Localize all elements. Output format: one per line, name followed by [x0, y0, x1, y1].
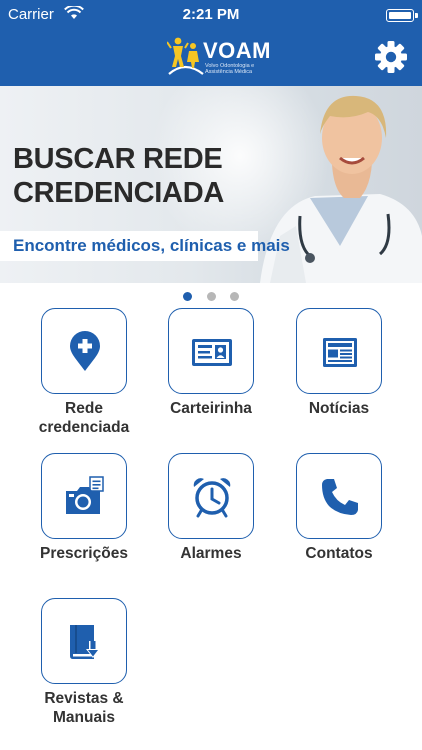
battery-icon	[386, 9, 418, 22]
pager-dot-3[interactable]	[229, 292, 239, 301]
menu-label-line1: Contatos	[305, 545, 373, 562]
menu-item-label: Carteirinha	[147, 399, 275, 418]
alarm-clock-icon	[193, 478, 231, 518]
menu-tile-box[interactable]	[296, 453, 382, 539]
camera-document-icon	[66, 476, 104, 514]
menu-item-label: Rede credenciada	[20, 399, 148, 437]
banner-title-line2: CREDENCIADA	[13, 177, 224, 209]
menu-item-rede-credenciada[interactable]: Rede credenciada	[20, 308, 148, 437]
menu-item-label: Alarmes	[147, 544, 275, 563]
banner-pager	[0, 288, 422, 301]
banner-tagline: Encontre médicos, clínicas e mais	[13, 236, 290, 255]
id-card-icon	[192, 339, 232, 366]
location-pin-plus-icon	[70, 331, 100, 371]
menu-tile-box[interactable]	[168, 453, 254, 539]
newspaper-icon	[323, 338, 357, 367]
menu-tile-box[interactable]	[168, 308, 254, 394]
menu-label-line2: Manuais	[52, 709, 115, 726]
menu-label-line1: Carteirinha	[170, 400, 252, 417]
pager-dot-2[interactable]	[206, 292, 216, 301]
phone-icon	[322, 479, 358, 515]
menu-item-prescricoes[interactable]: Prescrições	[20, 453, 148, 563]
menu-label-line2: credenciada	[38, 419, 130, 436]
menu-label-line1: Notícias	[308, 400, 370, 417]
promo-banner[interactable]: BUSCAR REDE CREDENCIADA Encontre médicos…	[0, 86, 422, 283]
menu-item-carteirinha[interactable]: Carteirinha	[147, 308, 275, 418]
menu-label-line1: Rede	[65, 400, 103, 417]
menu-item-revistas-manuais[interactable]: Revistas & Manuais	[20, 598, 148, 727]
menu-item-label: Contatos	[275, 544, 403, 563]
menu-item-label: Prescrições	[20, 544, 148, 563]
pager-dot-1[interactable]	[183, 292, 193, 301]
menu-tile-box[interactable]	[41, 453, 127, 539]
menu-item-noticias[interactable]: Notícias	[275, 308, 403, 418]
menu-tile-box[interactable]	[41, 308, 127, 394]
menu-tile-box[interactable]	[296, 308, 382, 394]
menu-tile-box[interactable]	[41, 598, 127, 684]
book-download-icon	[70, 625, 100, 659]
status-time: 2:21 PM	[182, 6, 240, 23]
banner-title: BUSCAR REDE CREDENCIADA	[13, 142, 224, 210]
menu-label-line1: Prescrições	[40, 545, 128, 562]
menu-label-line1: Alarmes	[180, 545, 242, 562]
menu-item-label: Revistas & Manuais	[20, 689, 148, 727]
menu-item-alarmes[interactable]: Alarmes	[147, 453, 275, 563]
menu-label-line1: Revistas &	[44, 690, 124, 707]
logo-figures-icon	[167, 37, 204, 75]
menu-item-contatos[interactable]: Contatos	[275, 453, 403, 563]
voam-logo: VOAM Volvo Odontologia e Assistência Méd…	[167, 34, 271, 80]
settings-gear-icon[interactable]	[374, 40, 408, 74]
menu-item-label: Notícias	[275, 399, 403, 418]
brand-subtitle: Volvo Odontologia e Assistência Médica	[205, 63, 255, 75]
banner-title-line1: BUSCAR REDE	[13, 143, 223, 175]
brand-name: VOAM	[203, 38, 271, 63]
status-bar: Carrier 2:21 PM	[0, 0, 422, 30]
app-header: Carrier 2:21 PM VOAM Volvo Odontologia e…	[0, 0, 422, 86]
